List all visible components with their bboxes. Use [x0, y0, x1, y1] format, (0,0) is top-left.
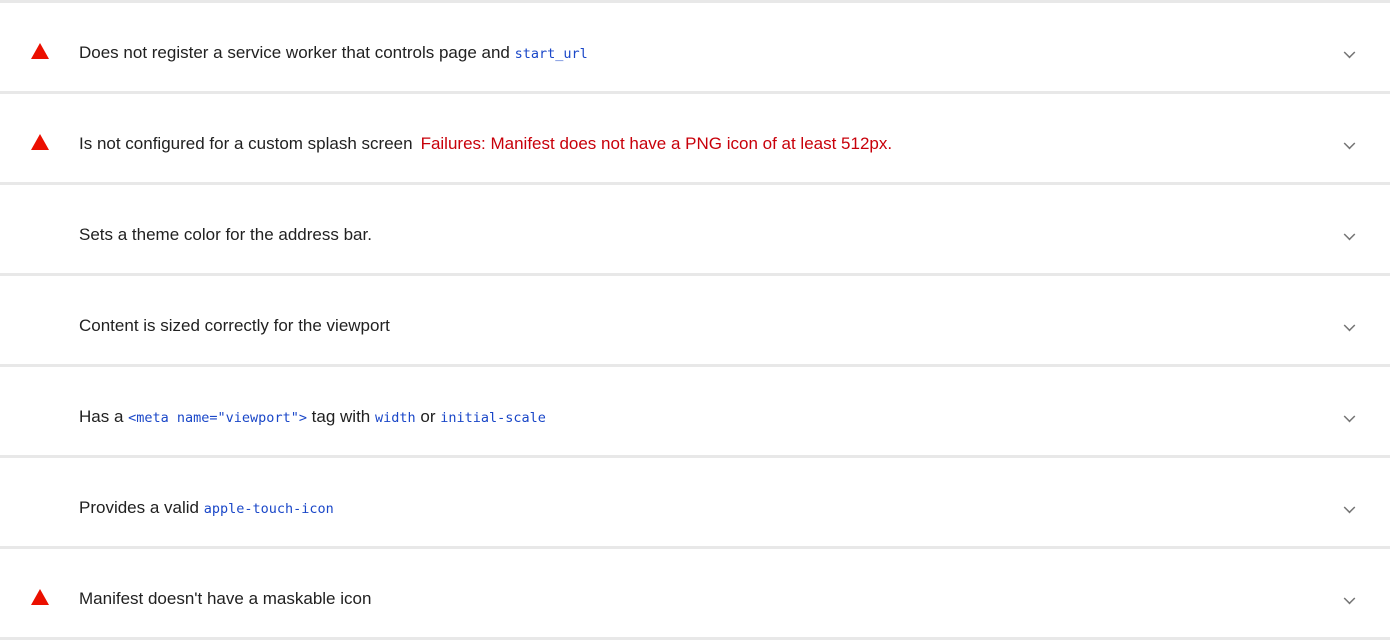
- chevron-down-icon[interactable]: [1343, 137, 1356, 150]
- audit-title: Does not register a service worker that …: [79, 43, 588, 64]
- warning-triangle-icon: [31, 589, 49, 605]
- audit-title-text: tag with: [306, 407, 375, 426]
- warning-triangle-icon: [31, 43, 49, 59]
- audit-row[interactable]: Has a <meta name="viewport"> tag with wi…: [0, 367, 1390, 455]
- audit-title-text: Provides a valid: [79, 498, 204, 517]
- audit-title-text: Has a: [79, 407, 129, 426]
- audit-row[interactable]: Provides a valid apple-touch-icon: [0, 458, 1390, 546]
- audit-code-snippet: apple-touch-icon: [203, 501, 334, 517]
- chevron-down-icon[interactable]: [1343, 592, 1356, 605]
- divider: [0, 637, 1390, 640]
- audit-row[interactable]: Sets a theme color for the address bar.: [0, 185, 1390, 273]
- audit-title-text: Content is sized correctly for the viewp…: [79, 316, 390, 335]
- audit-title-text: Is not configured for a custom splash sc…: [79, 134, 413, 153]
- chevron-down-icon[interactable]: [1343, 228, 1356, 241]
- chevron-down-icon[interactable]: [1343, 319, 1356, 332]
- audit-title: Has a <meta name="viewport"> tag with wi…: [79, 407, 546, 428]
- audit-title-text: Manifest doesn't have a maskable icon: [79, 589, 372, 608]
- audit-list: Does not register a service worker that …: [0, 0, 1390, 640]
- audit-title-text: Does not register a service worker that …: [79, 43, 515, 62]
- audit-row[interactable]: Content is sized correctly for the viewp…: [0, 276, 1390, 364]
- chevron-down-icon[interactable]: [1343, 46, 1356, 59]
- audit-code-snippet: width: [375, 410, 416, 426]
- audit-code-snippet: start_url: [514, 46, 588, 62]
- audit-row[interactable]: Does not register a service worker that …: [0, 3, 1390, 91]
- warning-triangle-icon: [31, 134, 49, 150]
- chevron-down-icon[interactable]: [1343, 410, 1356, 423]
- audit-failure-message: Failures: Manifest does not have a PNG i…: [420, 134, 893, 153]
- audit-code-snippet: <meta name="viewport">: [128, 410, 307, 426]
- audit-title: Is not configured for a custom splash sc…: [79, 134, 892, 154]
- audit-row[interactable]: Is not configured for a custom splash sc…: [0, 94, 1390, 182]
- audit-row[interactable]: Manifest doesn't have a maskable icon: [0, 549, 1390, 637]
- chevron-down-icon[interactable]: [1343, 501, 1356, 514]
- audit-title: Provides a valid apple-touch-icon: [79, 498, 334, 519]
- audit-rows: Does not register a service worker that …: [0, 3, 1390, 640]
- audit-title: Sets a theme color for the address bar.: [79, 225, 372, 245]
- audit-title-text: Sets a theme color for the address bar.: [79, 225, 372, 244]
- audit-title-text: or: [415, 407, 441, 426]
- audit-title: Content is sized correctly for the viewp…: [79, 316, 390, 336]
- audit-code-snippet: initial-scale: [440, 410, 546, 426]
- audit-title: Manifest doesn't have a maskable icon: [79, 589, 371, 609]
